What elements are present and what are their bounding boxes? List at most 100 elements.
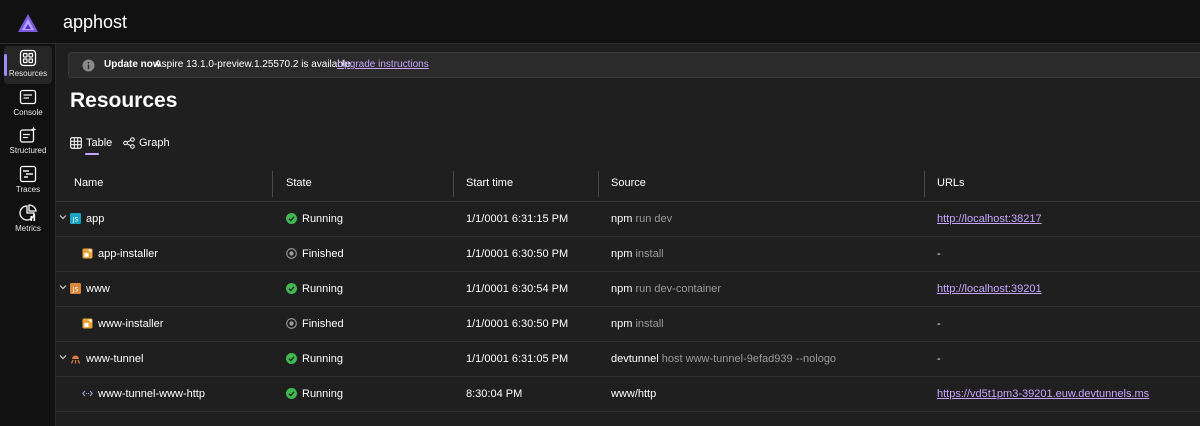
source-command: npm (611, 318, 633, 330)
column-header-urls[interactable]: URLs (937, 177, 965, 189)
column-divider[interactable] (272, 171, 273, 197)
upgrade-instructions-link[interactable]: Upgrade instructions (337, 59, 429, 70)
resource-source: www/http (611, 388, 656, 400)
resource-name[interactable]: app (86, 213, 104, 225)
resource-state: Running (302, 353, 343, 365)
resource-url-link[interactable]: https://vd5t1pm3-39201.euw.devtunnels.ms (937, 388, 1149, 400)
javascript-icon: JS (70, 283, 81, 294)
metrics-icon (19, 204, 37, 221)
tab-label: Table (86, 137, 113, 149)
resource-url-link[interactable]: http://localhost:38217 (937, 213, 1042, 225)
source-command: npm (611, 248, 633, 260)
resource-name[interactable]: www (86, 283, 110, 295)
column-header-source[interactable]: Source (611, 177, 646, 189)
banner-title: Update now (104, 59, 161, 70)
traces-icon (19, 165, 37, 183)
nav-item-metrics[interactable]: Metrics (4, 201, 52, 239)
installer-icon (82, 318, 93, 329)
source-command: npm (611, 283, 633, 295)
nav-item-resources[interactable]: Resources (4, 46, 52, 84)
column-divider[interactable] (453, 171, 454, 197)
structured-icon (19, 126, 37, 143)
page-title: Resources (70, 89, 178, 112)
graph-icon (123, 137, 135, 149)
table-row[interactable]: app-installer Finished 1/1/0001 6:30:50 … (56, 237, 1200, 272)
resource-start-time: 1/1/0001 6:30:50 PM (466, 318, 569, 330)
column-header-start-time[interactable]: Start time (466, 177, 513, 189)
nav-item-console[interactable]: Console (4, 85, 52, 123)
nav-label: Resources (8, 69, 48, 78)
table-row[interactable]: JS app Running 1/1/0001 6:31:15 PM npm r… (56, 202, 1200, 237)
source-command: devtunnel (611, 353, 659, 365)
chevron-down-icon[interactable] (59, 283, 67, 291)
resource-state: Running (302, 283, 343, 295)
column-divider[interactable] (598, 171, 599, 197)
tunnel-icon (70, 355, 81, 364)
resource-source: npm install (611, 318, 664, 330)
resource-name[interactable]: www-tunnel (86, 353, 143, 365)
resource-start-time: 1/1/0001 6:31:15 PM (466, 213, 569, 225)
nav-item-structured[interactable]: Structured (4, 123, 52, 161)
nav-item-traces[interactable]: Traces (4, 162, 52, 200)
nav-label: Structured (9, 146, 47, 155)
resource-source: npm install (611, 248, 664, 260)
resource-start-time: 1/1/0001 6:30:54 PM (466, 283, 569, 295)
svg-text:JS: JS (72, 286, 79, 293)
aspire-logo-icon[interactable] (17, 13, 39, 33)
resource-state: Running (302, 388, 343, 400)
table-row[interactable]: JS www Running 1/1/0001 6:30:54 PM npm r… (56, 272, 1200, 307)
installer-icon (82, 248, 93, 259)
table-icon (70, 137, 82, 149)
table-header: Name State Start time Source URLs (56, 166, 1200, 202)
stop-circle-icon (286, 248, 297, 259)
column-divider[interactable] (924, 171, 925, 197)
check-circle-icon (286, 353, 297, 364)
source-arguments: install (635, 248, 664, 260)
console-icon (19, 89, 37, 105)
banner-message: Aspire 13.1.0-preview.1.25570.2 is avail… (155, 59, 354, 70)
check-circle-icon (286, 388, 297, 399)
resource-start-time: 8:30:04 PM (466, 388, 523, 400)
source-command: npm (611, 213, 633, 225)
table-row[interactable]: www-tunnel-www-http Running 8:30:04 PM w… (56, 377, 1200, 412)
chevron-down-icon[interactable] (59, 213, 67, 221)
info-icon (82, 59, 95, 72)
table-row[interactable]: www-installer Finished 1/1/0001 6:30:50 … (56, 307, 1200, 342)
resource-source: npm run dev-container (611, 283, 721, 295)
check-circle-icon (286, 283, 297, 294)
resource-url-empty: - (937, 248, 941, 260)
resource-start-time: 1/1/0001 6:31:05 PM (466, 353, 569, 365)
side-navigation: Resources Console Structured Traces Metr… (0, 44, 56, 426)
table-row[interactable]: www-tunnel Running 1/1/0001 6:31:05 PM d… (56, 342, 1200, 377)
column-header-state[interactable]: State (286, 177, 312, 189)
resource-state: Finished (302, 248, 344, 260)
javascript-icon: JS (70, 213, 81, 224)
resource-source: npm run dev (611, 213, 672, 225)
nav-label: Metrics (15, 224, 41, 233)
source-command: www/http (611, 388, 657, 400)
nav-label: Console (13, 108, 43, 117)
endpoint-icon (82, 390, 93, 397)
chevron-down-icon[interactable] (59, 353, 67, 361)
resource-url-empty: - (937, 318, 941, 330)
resource-source: devtunnel host www-tunnel-9efad939 --nol… (611, 353, 836, 365)
source-arguments: run dev-container (635, 283, 722, 295)
resource-state: Running (302, 213, 343, 225)
source-arguments: host www-tunnel-9efad939 --nologo (661, 353, 837, 365)
resource-name[interactable]: www-installer (98, 318, 163, 330)
source-arguments: install (635, 318, 664, 330)
stop-circle-icon (286, 318, 297, 329)
resource-url-empty: - (937, 353, 941, 365)
resource-url-link[interactable]: http://localhost:39201 (937, 283, 1042, 295)
column-header-name[interactable]: Name (74, 177, 103, 189)
update-banner: Update now Aspire 13.1.0-preview.1.25570… (68, 52, 1200, 78)
resource-state: Finished (302, 318, 344, 330)
resource-name[interactable]: app-installer (98, 248, 158, 260)
check-circle-icon (286, 213, 297, 224)
resources-icon (19, 49, 37, 67)
app-title: apphost (63, 12, 128, 32)
resource-name[interactable]: www-tunnel-www-http (98, 388, 205, 400)
resource-start-time: 1/1/0001 6:30:50 PM (466, 248, 569, 260)
source-arguments: run dev (635, 213, 673, 225)
tab-label: Graph (139, 137, 170, 149)
